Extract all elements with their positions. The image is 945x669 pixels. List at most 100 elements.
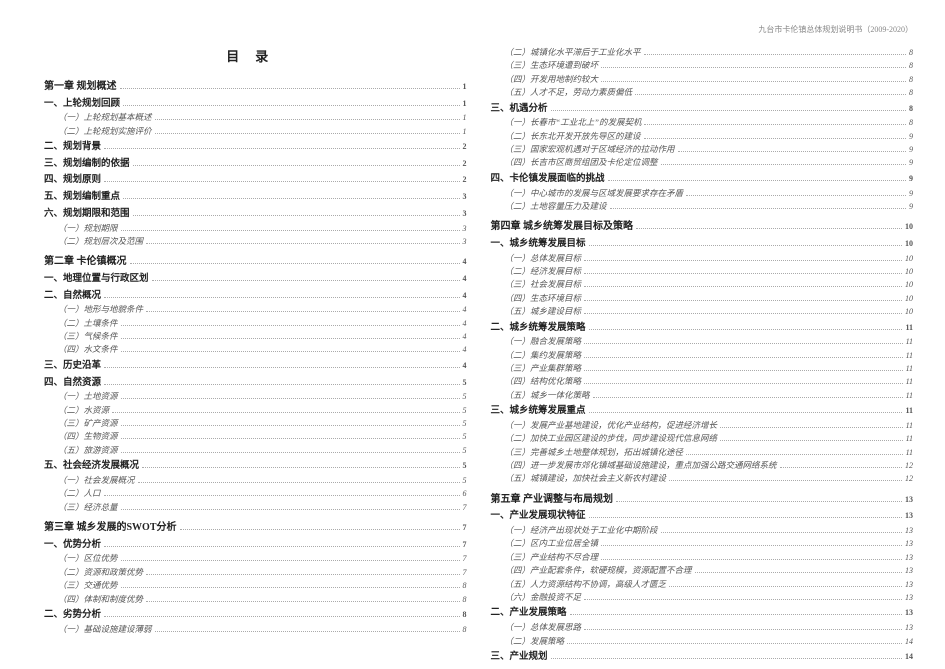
toc-entry-page: 10 xyxy=(905,279,913,291)
toc-entry-label: 三、城乡统筹发展重点 xyxy=(491,404,586,419)
toc-entry-label: 二、劣势分析 xyxy=(44,608,101,623)
toc-leader-dots xyxy=(104,546,459,547)
toc-title: 目录 xyxy=(44,46,467,65)
toc-leader-dots xyxy=(121,509,460,510)
toc-entry-label: 一、城乡统筹发展目标 xyxy=(491,237,586,252)
toc-entry: （二）土地容量压力及建设9 xyxy=(491,200,914,213)
toc-entry: （二）资源和政策优势7 xyxy=(44,566,467,579)
toc-leader-dots xyxy=(720,427,903,428)
toc-entry-label: （一）融合发展策略 xyxy=(505,335,582,348)
toc-entry-page: 11 xyxy=(906,363,913,375)
toc-entry-page: 8 xyxy=(463,594,467,606)
toc-entry-page: 1 xyxy=(463,112,467,124)
toc-entry-label: （三）生态环境遭到破坏 xyxy=(505,59,599,72)
toc-entry-label: 二、自然概况 xyxy=(44,289,101,304)
toc-entry: 四、规划原则2 xyxy=(44,173,467,188)
toc-leader-dots xyxy=(121,398,460,399)
toc-entry: （三）气候条件4 xyxy=(44,330,467,343)
toc-entry-label: 三、产业规划 xyxy=(491,650,548,665)
toc-entry: 三、城乡统筹发展重点11 xyxy=(491,404,914,419)
toc-entry: （五）城乡一体化策略11 xyxy=(491,389,914,402)
toc-entry-page: 8 xyxy=(909,60,913,72)
toc-leader-dots xyxy=(610,208,906,209)
toc-entry: （一）中心城市的发展与区域发展要求存在矛盾9 xyxy=(491,187,914,200)
toc-entry-page: 12 xyxy=(905,473,913,485)
toc-leader-dots xyxy=(644,54,906,55)
toc-entry-label: （一）经济产出现状处于工业化中期阶段 xyxy=(505,524,658,537)
toc-entry-page: 4 xyxy=(463,290,467,302)
toc-entry-label: （二）经济发展目标 xyxy=(505,265,582,278)
toc-entry: （五）城镇建设，加快社会主义新农村建设12 xyxy=(491,472,914,485)
toc-entry: （三）交通优势8 xyxy=(44,579,467,592)
toc-entry: （三）社会发展目标10 xyxy=(491,278,914,291)
toc-entry-label: 五、规划编制重点 xyxy=(44,190,120,205)
toc-entry-label: 第一章 规划概述 xyxy=(44,79,117,95)
toc-leader-dots xyxy=(601,559,902,560)
toc-entry-label: （二）发展策略 xyxy=(505,635,565,648)
toc-entry-label: （二）土地容量压力及建设 xyxy=(505,200,607,213)
toc-entry-page: 13 xyxy=(905,510,913,522)
toc-entry: （一）总体发展目标 10 xyxy=(491,252,914,265)
toc-entry: （二）发展策略 14 xyxy=(491,635,914,648)
toc-entry-label: （一）总体发展目标 xyxy=(505,252,582,265)
toc-entry: （二）土壤条件4 xyxy=(44,317,467,330)
toc-entry-page: 4 xyxy=(463,256,467,268)
toc-entry-label: 二、产业发展策略 xyxy=(491,606,567,621)
toc-entry-label: （三）产业结构不尽合理 xyxy=(505,551,599,564)
toc-entry-label: （六）金融投资不足 xyxy=(505,591,582,604)
toc-entry: （三）矿产资源5 xyxy=(44,417,467,430)
toc-entry-page: 3 xyxy=(463,236,467,248)
toc-entry-page: 6 xyxy=(463,488,467,500)
toc-leader-dots xyxy=(104,181,459,182)
toc-entry: （二）水资源5 xyxy=(44,404,467,417)
toc-entry-label: （四）结构优化策略 xyxy=(505,375,582,388)
toc-leader-dots xyxy=(121,452,460,453)
toc-entry-page: 11 xyxy=(906,420,913,432)
toc-entry-page: 9 xyxy=(909,131,913,143)
toc-entry-page: 5 xyxy=(463,431,467,443)
toc-entry-page: 11 xyxy=(905,322,913,334)
toc-entry-page: 5 xyxy=(463,377,467,389)
toc-leader-dots xyxy=(146,311,459,312)
toc-leader-dots xyxy=(678,151,906,152)
toc-leader-dots xyxy=(584,313,902,314)
toc-entry-label: （二）城镇化水平滞后于工业化水平 xyxy=(505,46,641,59)
toc-leader-dots xyxy=(686,454,903,455)
toc-entry-page: 7 xyxy=(463,567,467,579)
toc-leader-dots xyxy=(584,629,902,630)
toc-entry-page: 11 xyxy=(906,376,913,388)
toc-entry-label: （四）开发用地制约较大 xyxy=(505,73,599,86)
toc-entry-label: 第二章 卡伦镇概况 xyxy=(44,254,127,270)
toc-entry: 五、社会经济发展概况5 xyxy=(44,459,467,474)
toc-entry-label: （四）体制和制度优势 xyxy=(58,593,143,606)
toc-entry: （三）国家宏观机遇对于区域经济的拉动作用9 xyxy=(491,143,914,156)
toc-entry-label: （三）矿产资源 xyxy=(58,417,118,430)
toc-leader-dots xyxy=(146,601,459,602)
toc-leader-dots xyxy=(589,329,903,330)
toc-entry-page: 10 xyxy=(905,238,913,250)
toc-entry-page: 7 xyxy=(463,502,467,514)
toc-entry: 三、规划编制的依据2 xyxy=(44,157,467,172)
toc-leader-dots xyxy=(551,658,902,659)
toc-leader-dots xyxy=(121,230,460,231)
toc-entry-label: （五）城乡建设目标 xyxy=(505,305,582,318)
toc-entry-label: （五）城乡一体化策略 xyxy=(505,389,590,402)
toc-entry-page: 8 xyxy=(463,580,467,592)
toc-entry-page: 10 xyxy=(905,253,913,265)
toc-entry-label: 五、社会经济发展概况 xyxy=(44,459,139,474)
toc-entry: （四）体制和制度优势 8 xyxy=(44,593,467,606)
toc-entry: （四）生物资源5 xyxy=(44,430,467,443)
toc-leader-dots xyxy=(584,383,903,384)
toc-entry-label: （二）土壤条件 xyxy=(58,317,118,330)
toc-leader-dots xyxy=(104,384,459,385)
toc-leader-dots xyxy=(695,572,902,573)
toc-column-right: （二）城镇化水平滞后于工业化水平8（三）生态环境遭到破坏8（四）开发用地制约较大… xyxy=(491,46,914,649)
toc-entry-page: 14 xyxy=(905,636,913,648)
toc-entry-page: 5 xyxy=(463,475,467,487)
toc-entry-label: （一）社会发展概况 xyxy=(58,474,135,487)
toc-leader-dots xyxy=(133,165,460,166)
toc-entry-label: 六、规划期限和范围 xyxy=(44,207,130,222)
toc-entry-page: 4 xyxy=(463,344,467,356)
toc-entry-label: （三）产业集群策略 xyxy=(505,362,582,375)
toc-leader-dots xyxy=(644,124,906,125)
